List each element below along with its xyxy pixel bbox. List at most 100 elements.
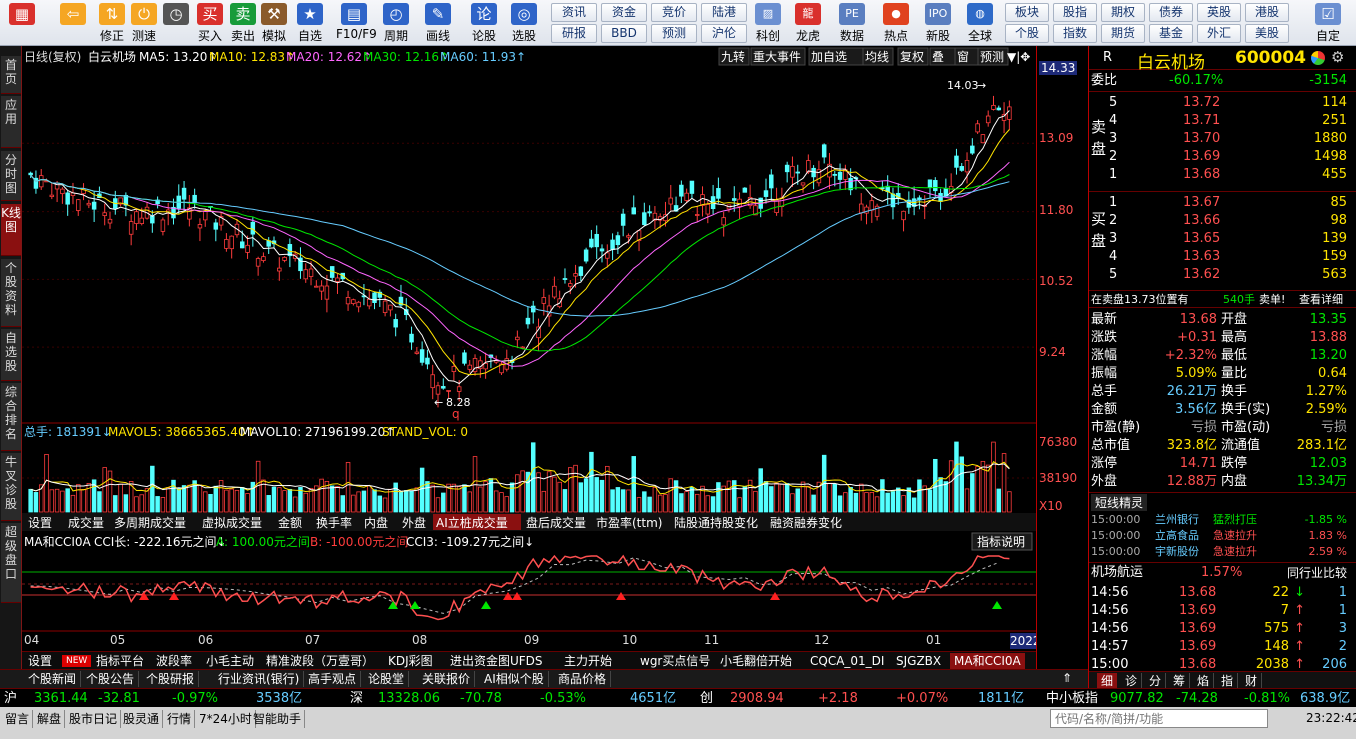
settings-icon[interactable]: ⚙ [1331, 48, 1344, 66]
market-button-6[interactable]: 个股 [1005, 24, 1049, 43]
toolbar-feature-4[interactable]: IPO 新股 [918, 2, 958, 44]
vol-tab-9[interactable]: 盘后成交量 [526, 515, 586, 530]
ask-row[interactable]: 5 13.72 114 [1091, 94, 1353, 112]
vol-tab-11[interactable]: 陆股通持股变化 [674, 515, 758, 530]
indicator-tab-12[interactable]: SJGZBX [892, 653, 945, 669]
toolbar-button-1[interactable]: ⇦ [55, 2, 91, 44]
bid-row[interactable]: 3 13.65 139 [1091, 230, 1353, 248]
toolbar-button-7[interactable]: ⚒ 模拟 [256, 2, 292, 44]
bid-row[interactable]: 1 13.67 85 [1091, 194, 1353, 212]
right-tab-0[interactable]: 细 [1097, 673, 1118, 689]
toolbar-feature-3[interactable]: ● 热点 [876, 2, 916, 44]
left-tab-5[interactable]: 自选股 [1, 329, 21, 381]
bottom-tab-7[interactable]: AI相似个股 [480, 671, 549, 687]
quick-button-5[interactable]: BBD [601, 24, 647, 43]
toolbar-button-5[interactable]: 买买入 [192, 2, 228, 44]
chart-tool-3[interactable]: 均线 [865, 50, 889, 64]
quick-button-3[interactable]: 陆港 [701, 3, 747, 22]
right-tab-1[interactable]: 诊 [1121, 673, 1143, 689]
quick-button-4[interactable]: 研报 [551, 24, 597, 43]
vol-tab-10[interactable]: 市盈率(ttm) [596, 515, 662, 530]
toolbar-button-2[interactable]: ⇅ 修正 [94, 2, 130, 44]
status-item-2[interactable]: 股市日记 [66, 710, 122, 728]
toolbar-button-8[interactable]: ★ 自选 [292, 2, 328, 44]
industry-compare[interactable]: 同行业比较 [1287, 564, 1347, 582]
indicator-tab-13[interactable]: MA和CCI0A [950, 653, 1025, 669]
vol-tab-12[interactable]: 融资融券变化 [770, 515, 842, 530]
chart-menu-arrow-icon[interactable]: ▼|✥ [1007, 50, 1030, 64]
bid-row[interactable]: 4 13.63 159 [1091, 248, 1353, 266]
indicator-tab-0[interactable]: 设置 [24, 653, 56, 669]
bottom-tab-2[interactable]: 个股研报 [142, 671, 200, 687]
wizard-row[interactable]: 15:00:00 立高食品 急速拉升 1.83 % [1091, 528, 1353, 544]
right-tab-4[interactable]: 焰 [1193, 673, 1215, 689]
quick-button-0[interactable]: 资讯 [551, 3, 597, 22]
chart-tool-5[interactable]: 叠 [932, 50, 944, 64]
toolbar-feature-5[interactable]: ◍ 全球 [960, 2, 1000, 44]
bid-row[interactable]: 2 13.66 98 [1091, 212, 1353, 230]
ask-row[interactable]: 3 13.70 1880 [1091, 130, 1353, 148]
bottom-tab-6[interactable]: 关联报价 [418, 671, 476, 687]
left-tab-0[interactable]: 首页 [1, 56, 21, 94]
indicator-tab-9[interactable]: wgr买点信号 [636, 653, 714, 669]
bottom-tab-8[interactable]: 商品价格 [554, 671, 612, 687]
status-item-0[interactable]: 留言 [2, 710, 34, 728]
quick-button-7[interactable]: 沪伦 [701, 24, 747, 43]
wizard-title[interactable]: 短线精灵 [1091, 494, 1148, 511]
toolbar-feature-1[interactable]: 龍龙虎 [788, 2, 828, 44]
vol-tab-6[interactable]: 内盘 [364, 515, 388, 530]
bottom-tab-1[interactable]: 个股公告 [82, 671, 140, 687]
index-name[interactable]: 中小板指 [1046, 689, 1098, 708]
indicator-tab-6[interactable]: KDJ彩图 [384, 653, 437, 669]
stock-search-input[interactable] [1050, 709, 1268, 728]
chart-tool-1[interactable]: 重大事件 [753, 50, 801, 64]
toolbar-feature-0[interactable]: ▨ 科创 [748, 2, 788, 44]
market-button-10[interactable]: 外汇 [1197, 24, 1241, 43]
market-button-8[interactable]: 期货 [1101, 24, 1145, 43]
market-button-4[interactable]: 英股 [1197, 3, 1241, 22]
vol-tab-0[interactable]: 设置 [28, 516, 52, 530]
bottom-tab-0[interactable]: 个股新闻 [24, 671, 82, 687]
right-tab-6[interactable]: 财 [1241, 673, 1263, 689]
market-button-1[interactable]: 股指 [1053, 3, 1097, 22]
toolbar-button-13[interactable]: ◎ 选股 [506, 2, 542, 44]
vol-tab-1[interactable]: 成交量 [68, 515, 104, 530]
quick-button-1[interactable]: 资金 [601, 3, 647, 22]
market-button-11[interactable]: 美股 [1245, 24, 1289, 43]
bottom-tab-3[interactable]: 行业资讯(银行) [214, 671, 305, 687]
left-tab-7[interactable]: 牛叉诊股 [1, 453, 21, 521]
bid-row[interactable]: 5 13.62 563 [1091, 266, 1353, 284]
vol-tab-2[interactable]: 多周期成交量 [114, 515, 186, 530]
index-name[interactable]: 沪 [4, 689, 17, 708]
market-button-3[interactable]: 债券 [1149, 3, 1193, 22]
ask-row[interactable]: 4 13.71 251 [1091, 112, 1353, 130]
chart-tool-4[interactable]: 复权 [900, 50, 924, 64]
sell-note-detail[interactable]: 查看详细 [1299, 291, 1343, 309]
kline-chart-svg[interactable]: 日线(复权) 白云机场 MA5: 13.20↑MA10: 12.83↑MA20: 1… [22, 46, 1096, 651]
indicator-tab-11[interactable]: CQCA_01_DI [806, 653, 888, 669]
customize-button[interactable]: ☑ 自定 [1306, 2, 1350, 44]
status-item-1[interactable]: 解盘 [34, 710, 66, 728]
chart-tool-0[interactable]: 九转 [721, 49, 745, 64]
left-tab-8[interactable]: 超级盘口 [1, 523, 21, 603]
vol-tab-3[interactable]: 虚拟成交量 [202, 515, 262, 530]
market-button-7[interactable]: 指数 [1053, 24, 1097, 43]
status-item-4[interactable]: 行情 [164, 710, 196, 728]
bottom-tab-5[interactable]: 论股堂 [364, 671, 410, 687]
bottom-tab-4[interactable]: 高手观点 [304, 671, 362, 687]
pin-icon[interactable]: ⇑ [1062, 671, 1072, 685]
wizard-row[interactable]: 15:00:00 兰州银行 猛烈打压 -1.85 % [1091, 512, 1353, 528]
left-tab-2[interactable]: 分时图 [1, 151, 21, 201]
index-name[interactable]: 创 [700, 689, 713, 708]
market-button-2[interactable]: 期权 [1101, 3, 1145, 22]
status-item-5[interactable]: 7*24小时 [196, 710, 256, 728]
toolbar-button-0[interactable]: ▦ [4, 2, 40, 44]
indicator-tab-8[interactable]: 主力开始 [560, 653, 616, 669]
toolbar-button-10[interactable]: ◴ 周期 [378, 2, 414, 44]
quick-button-6[interactable]: 预测 [651, 24, 697, 43]
right-tab-3[interactable]: 筹 [1169, 673, 1191, 689]
quick-button-2[interactable]: 竞价 [651, 3, 697, 22]
toolbar-button-4[interactable]: ◷ [158, 2, 194, 44]
indicator-tab-4[interactable]: 小毛主动 [202, 653, 258, 669]
left-tab-3[interactable]: K线图 [1, 204, 21, 256]
